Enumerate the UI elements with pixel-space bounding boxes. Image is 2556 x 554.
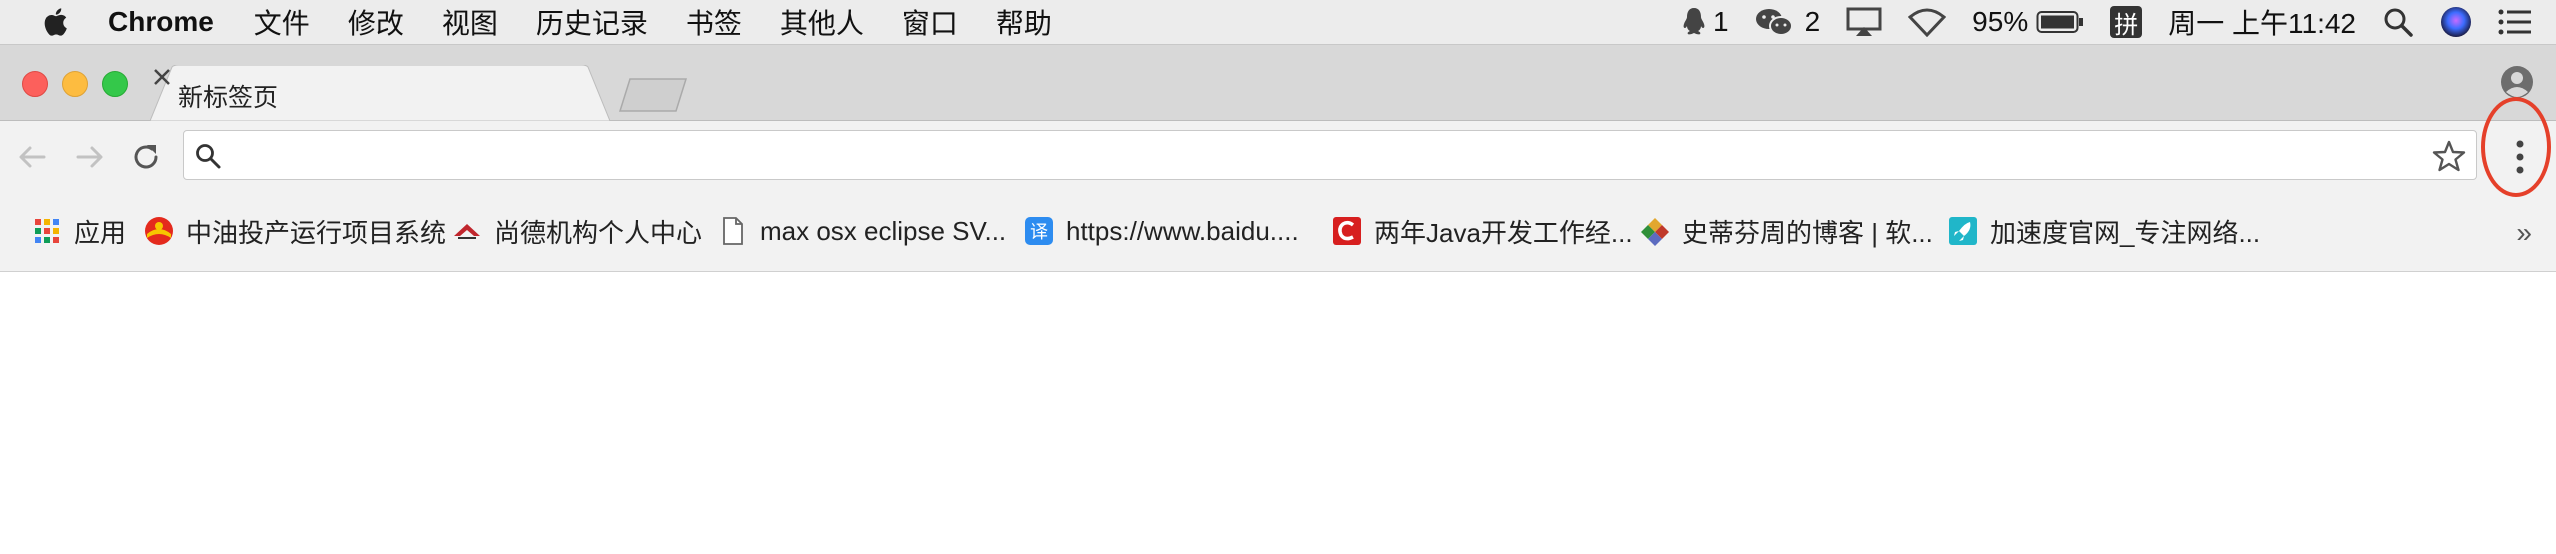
browser-toolbar [0,121,2556,191]
battery-icon [2036,11,2084,33]
qq-count: 1 [1713,6,1729,37]
menu-edit[interactable]: 修改 [348,2,404,42]
window-minimize-button[interactable] [62,71,88,97]
back-arrow-icon[interactable] [14,139,50,175]
bookmark-item[interactable]: 加速度官网_专注网络... [1948,213,2260,249]
bookmark-label: 加速度官网_专注网络... [1990,217,2261,248]
bookmark-label: 中油投产运行项目系统 [186,217,447,248]
apple-logo-icon[interactable] [40,5,74,39]
bookmark-item[interactable]: 中油投产运行项目系统 [144,213,446,249]
wechat-status-item[interactable]: 2 [1755,6,1821,38]
address-bar[interactable] [183,130,2477,180]
wechat-icon [1755,9,1793,36]
menu-view[interactable]: 视图 [442,2,498,42]
bookmarks-overflow-chevron[interactable]: » [2516,217,2532,249]
document-icon [718,216,748,246]
menu-bookmarks[interactable]: 书签 [686,2,742,42]
apps-grid-icon [32,216,62,246]
window-close-button[interactable] [22,71,48,97]
search-icon [196,144,221,169]
cnpc-logo-icon [144,216,174,246]
menu-people[interactable]: 其他人 [780,2,864,42]
bookmark-label: 尚德机构个人中心 [494,217,703,248]
translate-icon: 译 [1024,216,1054,246]
address-input[interactable] [234,137,2398,175]
qq-status-item[interactable]: 1 [1681,6,1729,38]
page-content-area [0,272,2556,554]
menu-file[interactable]: 文件 [254,2,310,42]
menu-app-chrome[interactable]: Chrome [108,6,214,38]
menu-help[interactable]: 帮助 [996,2,1052,42]
sunlands-logo-icon [452,216,482,246]
bookmark-star-icon[interactable] [2432,139,2466,173]
bookmark-label: https://www.baidu.... [1066,215,1299,246]
wifi-icon[interactable] [1908,7,1947,37]
window-zoom-button[interactable] [102,71,128,97]
qq-penguin-icon [1683,8,1705,35]
spotlight-search-icon[interactable] [2382,6,2414,38]
bookmark-item[interactable]: 两年Java开发工作经... [1332,213,1633,249]
bookmark-label: 应用 [74,217,127,248]
battery-percent: 95% [1972,6,2029,37]
diamond-logo-icon [1640,216,1670,246]
airplay-icon[interactable] [1846,7,1882,37]
profile-avatar-icon[interactable] [2500,65,2534,99]
chrome-tab-strip: 新标签页 [0,45,2556,121]
bookmark-item[interactable]: 应用 [32,213,126,249]
chrome-menu-kebab-icon[interactable] [2508,135,2532,179]
bookmark-label: max osx eclipse SV... [760,215,1007,246]
input-method-indicator[interactable]: 拼 [2110,6,2143,39]
svg-text:译: 译 [1030,222,1048,243]
notification-center-icon[interactable] [2498,8,2532,36]
bookmark-item[interactable]: 译 https://www.baidu.... [1024,213,1299,249]
menu-history[interactable]: 历史记录 [536,2,648,42]
battery-status-item[interactable]: 95% [1972,6,2084,38]
tab-title: 新标签页 [178,84,279,112]
input-method-label: 拼 [2114,11,2139,39]
forward-arrow-icon[interactable] [72,139,108,175]
bookmark-item[interactable]: 尚德机构个人中心 [452,213,702,249]
siri-icon[interactable] [2440,6,2472,38]
bookmarks-bar: 应用 中油投产运行项目系统 尚德机构个人中心 max osx eclipse S… [0,191,2556,272]
rocket-icon [1948,216,1978,246]
bookmark-label: 两年Java开发工作经... [1374,217,1633,248]
macos-menu-bar: Chrome 文件 修改 视图 历史记录 书签 其他人 窗口 帮助 1 2 95… [0,0,2556,45]
reload-icon[interactable] [128,139,164,175]
tab-close-icon[interactable] [150,65,174,89]
bookmark-label: 史蒂芬周的博客 | 软... [1682,217,1933,248]
csdn-logo-icon [1332,216,1362,246]
bookmark-item[interactable]: max osx eclipse SV... [718,213,1006,249]
new-tab-button[interactable] [618,77,688,113]
menu-bar-clock[interactable]: 周一 上午11:42 [2168,2,2356,42]
wechat-count: 2 [1804,6,1821,37]
menu-bar-status-area: 1 2 95% 拼 周一 上午11:42 [1655,0,2532,44]
tab-new-tab[interactable]: 新标签页 [150,65,610,121]
menu-window[interactable]: 窗口 [902,2,958,42]
bookmark-item[interactable]: 史蒂芬周的博客 | 软... [1640,213,1933,249]
